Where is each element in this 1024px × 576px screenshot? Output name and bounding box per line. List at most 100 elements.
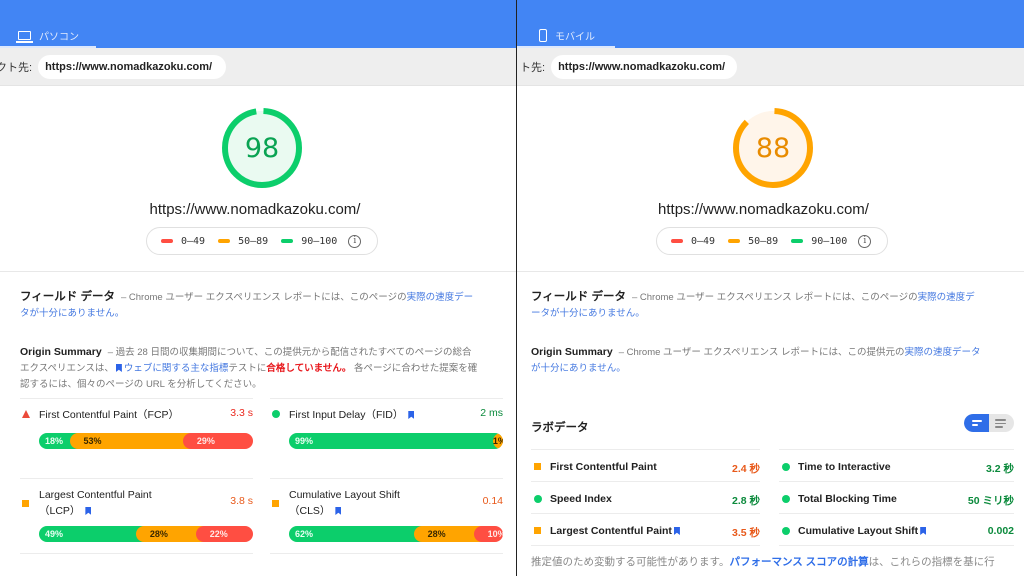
url-input[interactable] [551, 54, 738, 79]
tab-desktop-label: パソコン [39, 31, 79, 43]
bookmark-icon[interactable] [408, 411, 415, 419]
field-data-desc: – Chrome ユーザー エクスペリエンス レポートには、このページの [120, 292, 407, 303]
tab-desktop[interactable]: パソコン [0, 24, 96, 48]
distribution-segment-good: 49% [39, 526, 144, 542]
lab-metric-tbt: Total Blocking Time 50 ミリ秒 [779, 481, 1014, 513]
legend-fail: 0–49 [161, 236, 205, 247]
performance-score: 88 [755, 132, 791, 164]
lab-metric-si: Speed Index 2.8 秒 [531, 481, 760, 513]
legend-label: 0–49 [691, 235, 716, 247]
metric-fcp: First Contentful Paint（FCP） 3.3 s 18% 53%… [20, 398, 253, 478]
legend-swatch-orange [728, 239, 741, 243]
url-label: ト先: [520, 61, 546, 74]
legend-label: 90–100 [301, 235, 338, 247]
origin-summary-desc: – Chrome ユーザー エクスペリエンス レポートには、この提供元の [618, 347, 905, 358]
info-icon[interactable]: i [348, 234, 362, 248]
legend-average: 50–89 [218, 236, 268, 247]
distribution-bar: 18% 53% 29% [39, 433, 253, 449]
divider [270, 553, 503, 554]
metric-value: 2 ms [480, 407, 503, 419]
performance-score-gauge: 98 [219, 105, 305, 191]
list-view-icon [995, 426, 1003, 428]
info-icon[interactable]: i [858, 234, 872, 248]
origin-summary-title: Origin Summary [531, 346, 613, 358]
bookmark-icon [115, 364, 122, 372]
lab-metric-name: Speed Index [550, 493, 612, 505]
square-icon [22, 500, 29, 507]
bookmark-icon[interactable] [335, 507, 342, 515]
lab-metric-name: Largest Contentful Paint [550, 525, 682, 537]
divider [517, 271, 1024, 272]
metric-value: 0.14 [482, 495, 503, 507]
performance-score-gauge: 88 [730, 105, 816, 191]
divider [270, 478, 503, 479]
analyzed-url: https://www.nomadkazoku.com/ [149, 201, 361, 218]
origin-summary-section: Origin Summary – 過去 28 日間の収集期間について、この提供元か… [0, 344, 500, 393]
distribution-segment-needs-improvement: 28% [413, 526, 482, 542]
url-label: クト先: [0, 61, 33, 74]
square-icon [534, 527, 541, 534]
circle-icon [782, 463, 790, 471]
metric-name-text: Cumulative Layout Shift [289, 489, 400, 501]
lab-metric-name: First Contentful Paint [550, 461, 657, 473]
legend-pass: 90–100 [281, 236, 337, 247]
lab-metric-name-text: Largest Contentful Paint [550, 525, 672, 537]
distribution-segment-good: 99% [289, 433, 501, 449]
lab-metric-name-text: Cumulative Layout Shift [798, 525, 919, 537]
circle-icon [272, 410, 280, 418]
field-data-text: フィールド データ – Chrome ユーザー エクスペリエンス レポートには、こ… [20, 289, 480, 322]
screenshot-comparison: パソコン クト先: 98 https://www.nomadkazoku.com… [0, 0, 1024, 576]
core-web-vitals-link[interactable]: ウェブに関する主な指標 [124, 363, 229, 374]
legend-swatch-red [161, 239, 173, 243]
lab-metric-value: 2.4 秒 [731, 463, 760, 475]
url-input[interactable] [38, 54, 227, 79]
lab-note-text2: は、これらの指標を基に行 [868, 556, 995, 568]
origin-summary-title: Origin Summary [20, 346, 102, 358]
lab-row: First Contentful Paint 2.4 秒 Time to Int… [531, 449, 1014, 481]
lab-metric-cls: Cumulative Layout Shift 0.002 [779, 513, 1014, 545]
metric-name-text: First Input Delay（FID） [289, 409, 404, 421]
lab-metric-tti: Time to Interactive 3.2 秒 [779, 449, 1014, 481]
legend-swatch-red [671, 239, 683, 243]
distribution-segment-needs-improvement: 53% [69, 433, 191, 449]
field-data-section: フィールド データ – Chrome ユーザー エクスペリエンス レポートには、こ… [517, 289, 1001, 322]
score-calculation-link[interactable]: パフォーマンス スコアの計算 [729, 556, 868, 568]
legend-swatch-green [281, 239, 294, 243]
legend-swatch-green [791, 239, 804, 243]
legend-average: 50–89 [728, 236, 778, 247]
distribution-segment-good: 62% [289, 526, 422, 542]
list-view-icon[interactable] [995, 419, 1006, 421]
compact-view-button[interactable] [964, 414, 989, 432]
legend-label: 90–100 [811, 235, 848, 247]
compact-view-icon [972, 424, 978, 426]
analyzed-url: https://www.nomadkazoku.com/ [658, 201, 869, 218]
lab-metric-name: Time to Interactive [798, 461, 891, 473]
circle-icon [782, 495, 790, 503]
url-bar: ト先: [517, 48, 1024, 86]
legend-pass: 90–100 [791, 236, 847, 247]
square-icon [272, 500, 279, 507]
distribution-bar: 49% 28% 22% [39, 526, 253, 542]
divider [20, 553, 253, 554]
field-data-section: フィールド データ – Chrome ユーザー エクスペリエンス レポートには、こ… [0, 289, 500, 322]
distribution-segment-poor: 29% [182, 433, 253, 449]
circle-icon [782, 527, 790, 535]
bookmark-icon[interactable] [920, 527, 927, 535]
divider [779, 545, 1014, 546]
metric-lcp: Largest Contentful Paint （LCP） 3.8 s 49% 2… [20, 478, 253, 558]
metric-value: 3.3 s [230, 407, 253, 419]
divider [270, 398, 503, 399]
lab-metric-value: 50 ミリ秒 [967, 495, 1014, 507]
score-area: 98 https://www.nomadkazoku.com/ 0–49 50–… [0, 86, 516, 271]
metric-name-text: Largest Contentful Paint [39, 489, 152, 501]
lab-metric-name: Cumulative Layout Shift [798, 525, 928, 537]
tab-mobile[interactable]: モバイル [517, 24, 615, 48]
score-legend: 0–49 50–89 90–100 i [146, 227, 378, 255]
compact-view-icon [972, 420, 982, 422]
desktop-panel: パソコン クト先: 98 https://www.nomadkazoku.com… [0, 0, 517, 576]
bookmark-icon[interactable] [85, 507, 92, 515]
divider [20, 398, 253, 399]
circle-icon [534, 495, 542, 503]
bookmark-icon[interactable] [673, 527, 680, 535]
view-toggle[interactable] [964, 414, 1014, 432]
